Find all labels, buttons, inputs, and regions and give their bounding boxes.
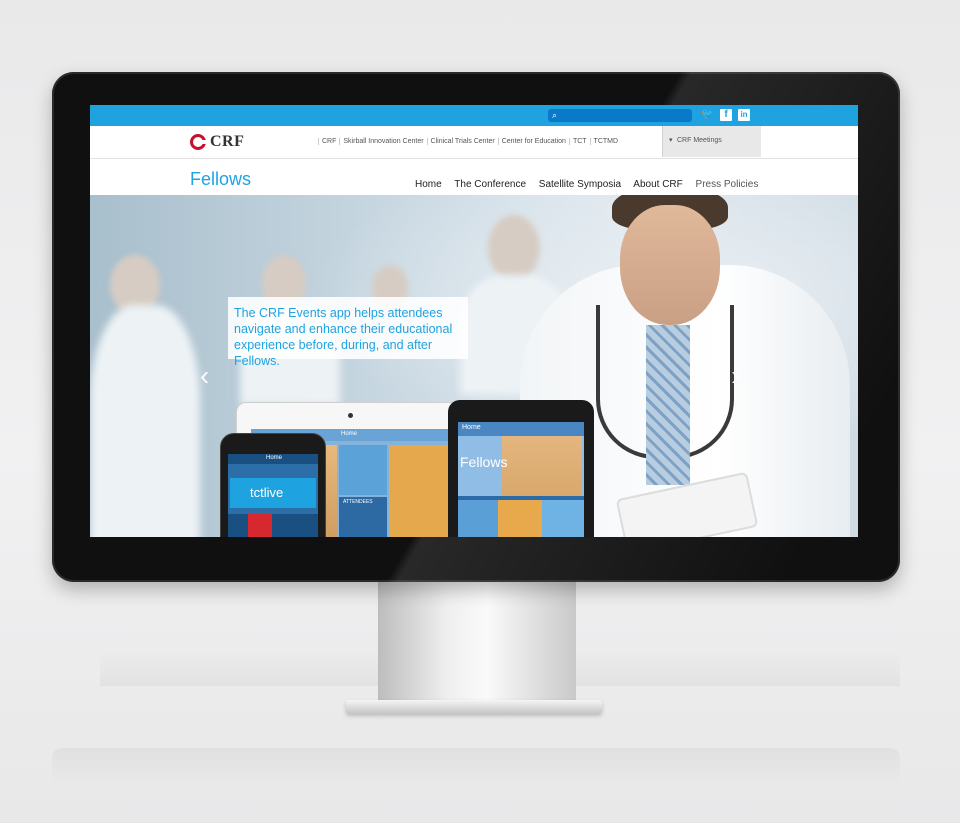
background-person xyxy=(488,215,540,281)
nav-item-conference[interactable]: The Conference xyxy=(454,179,526,190)
site-title[interactable]: Fellows xyxy=(190,169,251,190)
ipad-tile-label: ATTENDEES xyxy=(343,499,373,505)
hero-slider: The CRF Events app helps attendees navig… xyxy=(90,195,858,537)
utility-bar: ⌕ 🐦 f in xyxy=(90,105,858,126)
search-input[interactable]: ⌕ xyxy=(548,109,692,122)
slider-next-icon[interactable]: › xyxy=(731,360,740,392)
iphone-screen: Home tctlive xyxy=(228,454,318,537)
android-title: Fellows xyxy=(460,454,508,470)
search-icon: ⌕ xyxy=(552,110,558,120)
iphone-banner: tctlive xyxy=(230,478,316,508)
android-screen: Home Fellows xyxy=(458,422,584,537)
network-link-tctmd[interactable]: TCTMD xyxy=(589,138,622,145)
twitter-icon[interactable]: 🐦 xyxy=(701,109,713,121)
website-screen: ⌕ 🐦 f in CRF CRF Skirball Innovation Cent… xyxy=(90,105,858,537)
hero-caption: The CRF Events app helps attendees navig… xyxy=(228,297,468,368)
doctor-image xyxy=(646,325,690,485)
iphone-mockup: Home tctlive xyxy=(220,433,326,537)
android-header-label: Home xyxy=(462,424,481,431)
main-navigation: Fellows Home The Conference Satellite Sy… xyxy=(90,159,858,195)
ipad-tile xyxy=(339,445,387,495)
nav-menu: Home The Conference Satellite Symposia A… xyxy=(415,179,768,190)
nav-item-about[interactable]: About CRF xyxy=(633,179,682,190)
ipad-tile xyxy=(389,445,455,537)
nav-item-press-policies[interactable]: Press Policies xyxy=(696,179,759,190)
android-mockup: Home Fellows xyxy=(448,400,594,537)
android-tiles xyxy=(458,500,584,537)
crf-header: CRF CRF Skirball Innovation Center Clinica… xyxy=(90,126,858,159)
iphone-header-label: Home xyxy=(266,455,283,461)
network-link-clinical-trials[interactable]: Clinical Trials Center xyxy=(426,138,498,145)
logo-text[interactable]: CRF xyxy=(210,133,244,151)
network-link-education[interactable]: Center for Education xyxy=(497,138,569,145)
crf-meetings-dropdown[interactable]: ▾ CRF Meetings xyxy=(662,126,761,157)
android-app-header: Home xyxy=(458,422,584,436)
crf-logo-icon[interactable] xyxy=(190,134,206,150)
network-links: CRF Skirball Innovation Center Clinical Tr… xyxy=(318,138,622,145)
linkedin-icon[interactable]: in xyxy=(738,109,750,121)
network-link-crf[interactable]: CRF xyxy=(318,138,340,145)
iphone-tiles xyxy=(228,514,318,537)
network-link-tct[interactable]: TCT xyxy=(568,138,590,145)
crf-meetings-label: CRF Meetings xyxy=(677,137,722,144)
iphone-banner-label: tctlive xyxy=(250,485,284,500)
monitor-reflection xyxy=(52,748,900,784)
background-person xyxy=(90,305,200,537)
nav-item-satellite-symposia[interactable]: Satellite Symposia xyxy=(539,179,621,190)
camera-icon xyxy=(348,413,353,418)
monitor-stand-base xyxy=(346,700,602,714)
slider-prev-icon[interactable]: ‹ xyxy=(200,360,209,392)
monitor-stand xyxy=(378,582,576,702)
nav-item-home[interactable]: Home xyxy=(415,179,442,190)
facebook-icon[interactable]: f xyxy=(720,109,732,121)
hero-caption-text: The CRF Events app helps attendees navig… xyxy=(234,306,453,368)
iphone-app-header: Home xyxy=(228,454,318,464)
android-hero-image xyxy=(502,436,582,496)
network-link-skirball[interactable]: Skirball Innovation Center xyxy=(339,138,427,145)
chevron-down-icon: ▾ xyxy=(669,137,673,144)
ipad-header-label: Home xyxy=(341,431,358,437)
